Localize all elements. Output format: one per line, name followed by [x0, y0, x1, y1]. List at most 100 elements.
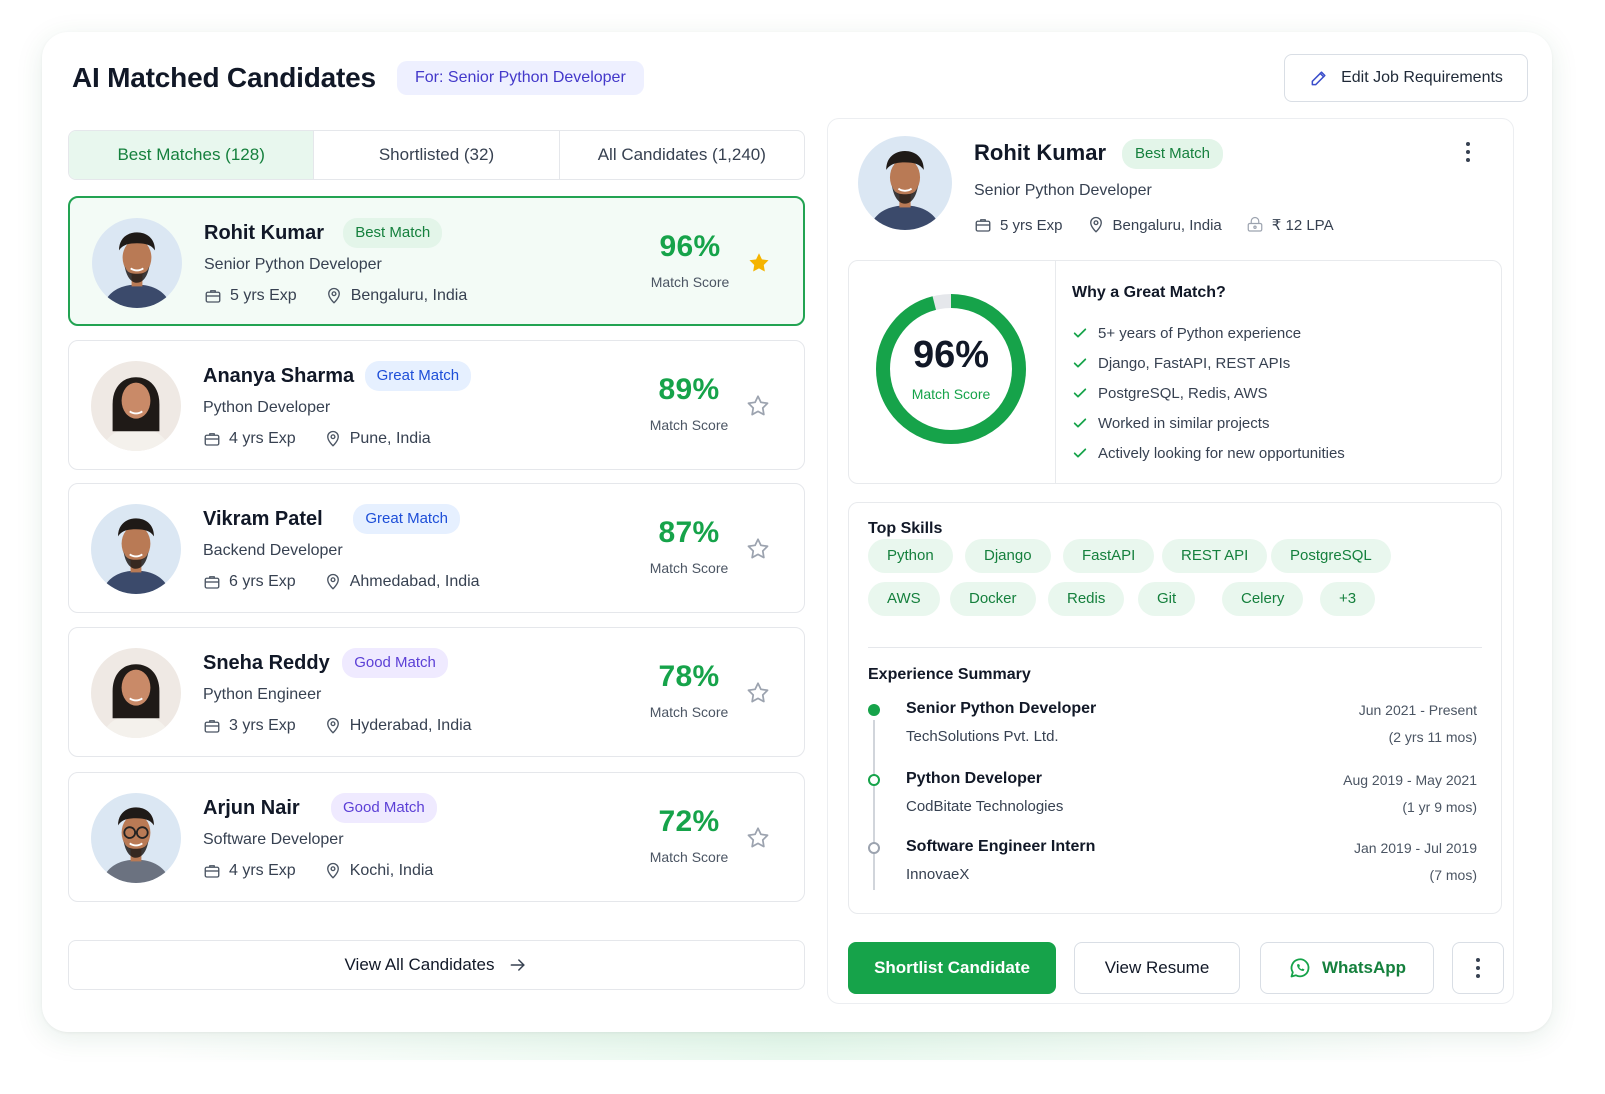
match-score-label: Match Score	[649, 849, 729, 865]
location-pin-icon	[324, 430, 342, 448]
skill-chip: Django	[965, 539, 1051, 573]
skill-chip: Docker	[950, 582, 1036, 616]
candidate-card[interactable]: Rohit Kumar Best Match Senior Python Devel…	[68, 196, 805, 326]
match-score-value: 72%	[658, 805, 720, 838]
skill-chip: Redis	[1048, 582, 1125, 616]
avatar	[91, 648, 181, 738]
tab-all-candidates[interactable]: All Candidates (1,240)	[560, 131, 804, 179]
briefcase-icon	[203, 717, 221, 735]
more-options-icon[interactable]	[1456, 140, 1480, 164]
timeline-line	[873, 720, 875, 890]
why-match-text: 5+ years of Python experience	[1098, 324, 1302, 342]
why-match-item: Actively looking for new opportunities	[1072, 438, 1345, 468]
tab-shortlisted[interactable]: Shortlisted (32)	[314, 131, 560, 179]
candidate-card[interactable]: Vikram Patel Great Match Backend Developer…	[68, 483, 805, 613]
avatar	[91, 361, 181, 451]
experience-dates: Jun 2021 - Present	[1358, 702, 1477, 718]
arrow-right-icon	[508, 955, 528, 975]
candidate-name: Ananya Sharma	[203, 365, 355, 387]
star-icon[interactable]	[745, 825, 771, 856]
candidate-meta: 4 yrs Exp Kochi, India	[203, 862, 433, 880]
timeline-dot	[868, 842, 880, 854]
detail-meta: 5 yrs Exp Bengaluru, India ₹ 12 LPA	[974, 216, 1334, 234]
match-score-value: 89%	[658, 373, 720, 406]
star-icon[interactable]	[745, 536, 771, 567]
view-resume-button[interactable]: View Resume	[1074, 942, 1240, 994]
avatar	[91, 793, 181, 883]
match-score: 72% Match Score	[639, 805, 739, 865]
briefcase-icon	[203, 573, 221, 591]
detail-avatar	[858, 136, 952, 230]
location-pin-icon	[325, 287, 343, 305]
timeline-dot	[868, 704, 880, 716]
avatar	[91, 504, 181, 594]
match-score-label: Match Score	[649, 704, 729, 720]
why-match-text: Django, FastAPI, REST APIs	[1098, 354, 1291, 372]
candidate-meta: 6 yrs Exp Ahmedabad, India	[203, 573, 480, 591]
star-icon[interactable]	[745, 393, 771, 424]
skill-chip: REST API	[1162, 539, 1268, 573]
shortlist-candidate-button[interactable]: Shortlist Candidate	[848, 942, 1056, 994]
match-score: 96% Match Score	[640, 230, 740, 290]
skill-chip: Celery	[1222, 582, 1304, 616]
check-icon	[1072, 325, 1088, 341]
star-icon[interactable]	[746, 250, 772, 281]
candidate-location: Ahmedabad, India	[349, 573, 480, 590]
experience-company: CodBitate Technologies	[906, 798, 1064, 815]
skill-chip: Python	[868, 539, 953, 573]
candidate-exp: 4 yrs Exp	[229, 862, 296, 879]
candidate-card[interactable]: Arjun Nair Good Match Software Developer 4 …	[68, 772, 805, 902]
candidate-name: Arjun Nair	[203, 797, 300, 819]
experience-summary-title: Experience Summary	[868, 666, 1031, 683]
candidate-meta: 5 yrs Exp Bengaluru, India	[204, 287, 467, 305]
location-pin-icon	[324, 862, 342, 880]
experience-duration: (2 yrs 11 mos)	[1388, 729, 1477, 745]
why-match-text: PostgreSQL, Redis, AWS	[1098, 384, 1268, 402]
match-score-label: Match Score	[649, 560, 729, 576]
candidate-card[interactable]: Ananya Sharma Great Match Python Developer…	[68, 340, 805, 470]
skill-chip[interactable]: +3	[1320, 582, 1376, 616]
why-match-text: Worked in similar projects	[1098, 414, 1270, 432]
skill-chip: FastAPI	[1063, 539, 1155, 573]
candidate-role: Python Developer	[203, 399, 331, 416]
tab-best-matches[interactable]: Best Matches (128)	[69, 131, 315, 179]
experience-duration: (7 mos)	[1429, 867, 1477, 883]
candidate-exp: 6 yrs Exp	[229, 573, 296, 590]
candidate-role: Software Developer	[203, 831, 344, 848]
candidate-card[interactable]: Sneha Reddy Good Match Python Engineer 3 yr…	[68, 627, 805, 757]
experience-title: Software Engineer Intern	[906, 838, 1096, 855]
candidate-role: Senior Python Developer	[204, 256, 382, 273]
candidate-location: Kochi, India	[349, 862, 434, 879]
check-icon	[1072, 445, 1088, 461]
match-score: 78% Match Score	[639, 660, 739, 720]
whatsapp-button[interactable]: WhatsApp	[1260, 942, 1434, 994]
detail-role: Senior Python Developer	[974, 182, 1152, 199]
skill-chip: Git	[1138, 582, 1196, 616]
why-match-text: Actively looking for new opportunities	[1098, 444, 1345, 462]
edit-button-label: Edit Job Requirements	[1341, 69, 1503, 86]
whatsapp-label: WhatsApp	[1321, 958, 1407, 977]
match-badge: Great Match	[364, 361, 472, 391]
why-match-item: Django, FastAPI, REST APIs	[1072, 348, 1345, 378]
star-icon[interactable]	[745, 680, 771, 711]
why-match-list: 5+ years of Python experience Django, Fas…	[1072, 318, 1345, 468]
location-pin-icon	[1087, 216, 1105, 234]
view-all-candidates-button[interactable]: View All Candidates	[68, 940, 805, 990]
experience-duration: (1 yr 9 mos)	[1402, 799, 1477, 815]
candidate-meta: 3 yrs Exp Hyderabad, India	[203, 717, 472, 735]
candidate-meta: 4 yrs Exp Pune, India	[203, 430, 431, 448]
candidate-name: Rohit Kumar	[204, 222, 324, 244]
match-score-label: Match Score	[649, 417, 729, 433]
why-match-item: PostgreSQL, Redis, AWS	[1072, 378, 1345, 408]
candidate-tabs: Best Matches (128) Shortlisted (32) All …	[68, 130, 805, 180]
match-badge: Great Match	[353, 504, 460, 534]
candidate-name: Sneha Reddy	[203, 652, 330, 674]
detail-name: Rohit Kumar	[974, 140, 1106, 165]
more-actions-button[interactable]	[1452, 942, 1504, 994]
match-score-label: Match Score	[650, 274, 730, 290]
edit-job-requirements-button[interactable]: Edit Job Requirements	[1284, 54, 1528, 102]
skill-chip: AWS	[868, 582, 940, 616]
timeline-dot	[868, 774, 880, 786]
match-score-value: 96%	[659, 230, 721, 263]
experience-title: Senior Python Developer	[906, 700, 1097, 717]
